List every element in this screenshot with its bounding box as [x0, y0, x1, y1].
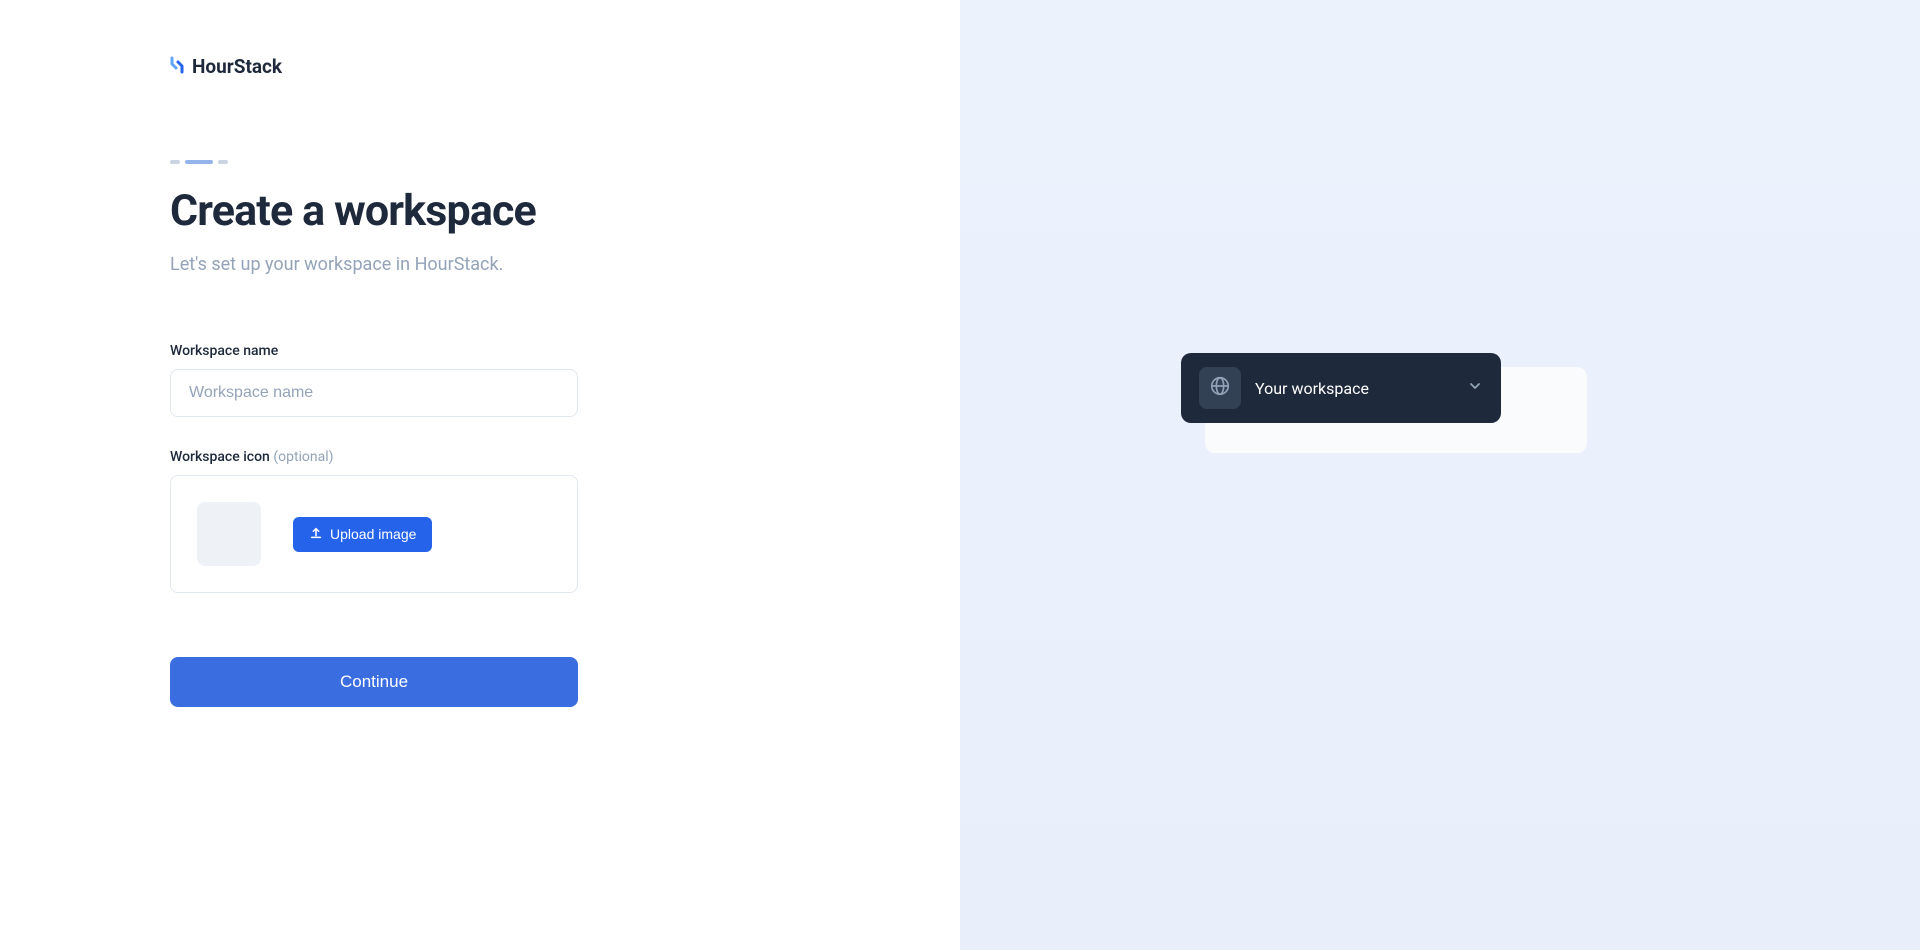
workspace-icon-label-text: Workspace icon — [170, 449, 270, 465]
upload-button-label: Upload image — [330, 526, 416, 542]
logo-text: HourStack — [192, 55, 282, 78]
logo: HourStack — [170, 55, 960, 78]
right-panel: Your workspace — [960, 0, 1920, 950]
chevron-down-icon — [1467, 378, 1483, 398]
workspace-icon-optional-text: (optional) — [273, 449, 333, 465]
continue-button[interactable]: Continue — [170, 657, 578, 707]
workspace-icon-label: Workspace icon (optional) — [170, 449, 960, 465]
page-subheading: Let's set up your workspace in HourStack… — [170, 254, 960, 275]
globe-icon — [1209, 375, 1231, 401]
icon-placeholder — [197, 502, 261, 566]
progress-step-1 — [170, 160, 180, 164]
workspace-name-label: Workspace name — [170, 343, 960, 359]
logo-icon — [170, 56, 184, 78]
left-panel: HourStack Create a workspace Let's set u… — [0, 0, 960, 950]
upload-image-button[interactable]: Upload image — [293, 517, 432, 552]
workspace-icon-box — [1199, 367, 1241, 409]
progress-step-3 — [218, 160, 228, 164]
icon-upload-box: Upload image — [170, 475, 578, 593]
workspace-selector-label: Your workspace — [1255, 379, 1453, 398]
page-heading: Create a workspace — [170, 186, 960, 236]
upload-icon — [309, 526, 323, 543]
progress-steps — [170, 160, 960, 164]
workspace-icon-group: Workspace icon (optional) Upload image — [170, 449, 960, 593]
workspace-selector[interactable]: Your workspace — [1181, 353, 1501, 423]
workspace-name-input[interactable] — [170, 369, 578, 417]
workspace-name-group: Workspace name — [170, 343, 960, 417]
progress-step-2 — [185, 160, 213, 164]
preview-area: Your workspace — [960, 0, 1920, 950]
